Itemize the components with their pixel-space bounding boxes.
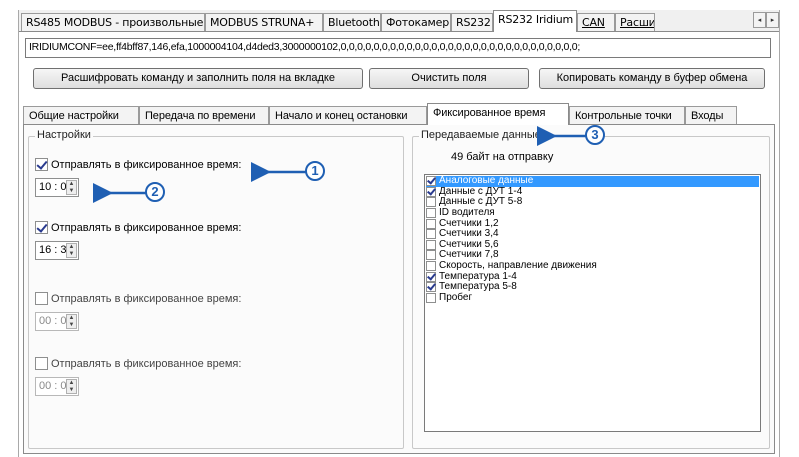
tab-rs232-iridium[interactable]: RS232 Iridium bbox=[493, 10, 577, 32]
annotation-overlay bbox=[93, 126, 586, 203]
callout-badge-3: 3 bbox=[585, 125, 605, 145]
tab-fixed-time[interactable]: Фиксированное время bbox=[427, 103, 569, 125]
callout-badge-2: 2 bbox=[145, 182, 165, 202]
callout-badge-1: 1 bbox=[305, 161, 325, 181]
